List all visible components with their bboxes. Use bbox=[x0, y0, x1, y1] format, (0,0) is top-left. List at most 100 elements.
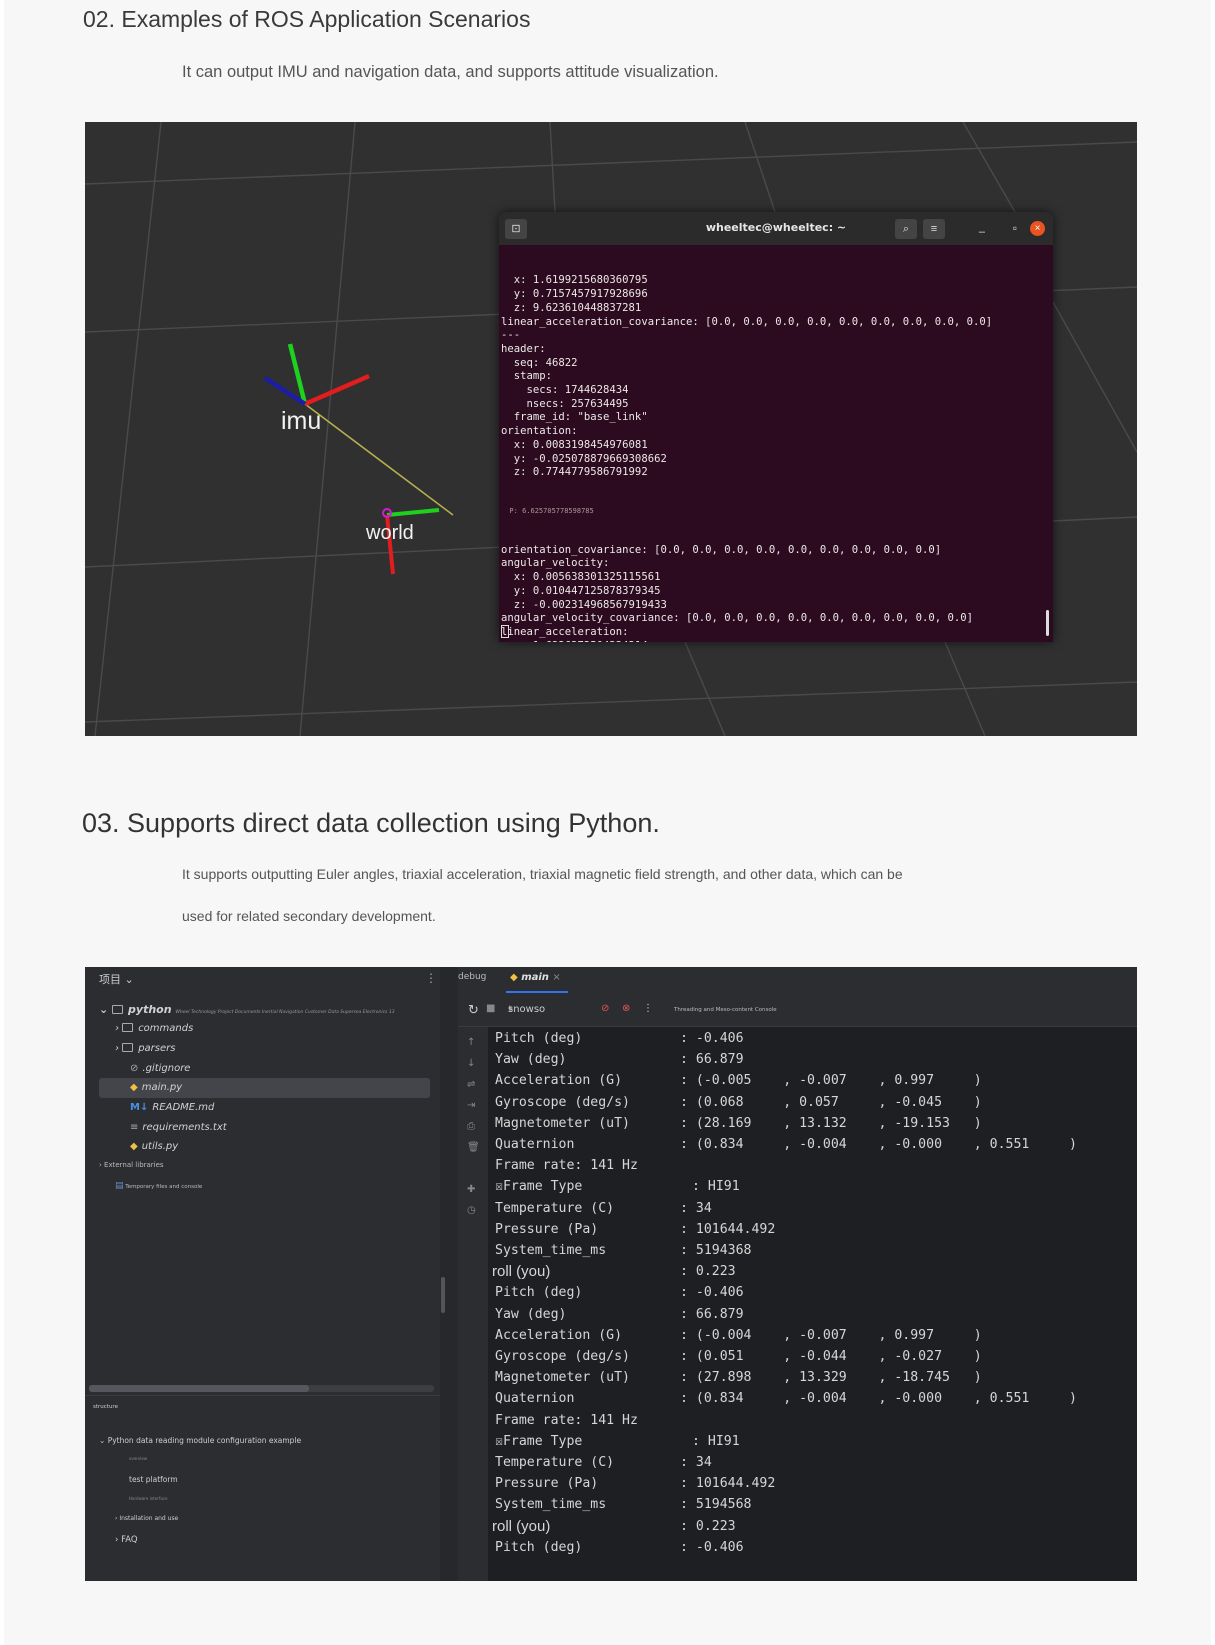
search-icon[interactable]: ⌕ bbox=[895, 219, 917, 239]
console-value: : (0.834 , -0.004 , -0.000 , 0.551 ) bbox=[680, 1137, 1077, 1152]
tab-debug[interactable]: debug bbox=[458, 972, 486, 982]
world-frame-label: world bbox=[366, 522, 414, 544]
console-value: : 66.879 bbox=[680, 1052, 744, 1068]
tree-item-utils-py[interactable]: ◆ utils.py bbox=[130, 1141, 178, 1152]
console-value: : (-0.004 , -0.007 , 0.997 ) bbox=[680, 1327, 982, 1343]
structure-install[interactable]: › Installation and use bbox=[115, 1515, 178, 1522]
rviz-screenshot: imu world ⊡ wheeltec@wheeltec: ~ ⌕ ≡ – ▫… bbox=[85, 122, 1137, 736]
text-file-icon: ≡ bbox=[130, 1122, 139, 1133]
python-file-icon: ◆ bbox=[130, 1082, 138, 1093]
pin-icon[interactable]: ✚ bbox=[467, 1184, 475, 1195]
folder-icon bbox=[122, 1023, 134, 1032]
rerun-icon[interactable]: ↻ bbox=[468, 1003, 479, 1018]
structure-sub-test-platform[interactable]: test platform bbox=[129, 1475, 178, 1484]
terminal-line-partial: P: 6.625705778598785 bbox=[501, 507, 594, 516]
tree-root-python[interactable]: ⌄ python Wheel Technology Project Docume… bbox=[99, 1003, 395, 1016]
close-tab-icon[interactable]: × bbox=[552, 972, 560, 983]
horizontal-scrollbar[interactable] bbox=[89, 1385, 309, 1392]
console-key: Acceleration (G) bbox=[495, 1327, 623, 1343]
section-subtitle-ros: It can output IMU and navigation data, a… bbox=[182, 63, 719, 81]
terminal-line: angular_velocity_covariance: [0.0, 0.0, … bbox=[501, 612, 973, 625]
breakpoint-icon[interactable]: ⊘ bbox=[601, 1003, 609, 1014]
structure-sub-overview[interactable]: overview bbox=[129, 1456, 147, 1461]
console-key: roll (you) bbox=[492, 1517, 551, 1535]
console-key: Temperature (C) bbox=[495, 1455, 615, 1470]
console-value: : HI91 bbox=[692, 1179, 740, 1195]
imu-frame-label: imu bbox=[281, 407, 322, 435]
tree-item-requirements[interactable]: ≡ requirements.txt bbox=[130, 1122, 227, 1133]
console-value: : 34 bbox=[680, 1200, 712, 1216]
panel-splitter[interactable] bbox=[440, 967, 458, 1581]
scroll-end-icon[interactable]: ⇥ bbox=[467, 1100, 475, 1111]
terminal-titlebar[interactable]: ⊡ wheeltec@wheeltec: ~ ⌕ ≡ – ▫ × bbox=[499, 212, 1053, 245]
ide-screenshot: 项目 ⌄ ⋮ ⌄ python Wheel Technology Project… bbox=[85, 967, 1137, 1581]
terminal-line: nsecs: 257634495 bbox=[501, 397, 629, 410]
run-tabs: debug ◆ main × bbox=[458, 967, 1137, 995]
chevron-down-icon: ⌄ bbox=[124, 973, 134, 986]
terminal-scrollbar[interactable] bbox=[1046, 610, 1049, 636]
structure-sub-hardware[interactable]: Hardware interface bbox=[129, 1496, 167, 1501]
more-options-icon[interactable]: ⋮ bbox=[643, 1003, 653, 1014]
vertical-scrollbar[interactable] bbox=[441, 1277, 445, 1313]
console-key: Pitch (deg) bbox=[495, 1539, 583, 1555]
menu-icon[interactable]: ≡ bbox=[923, 219, 945, 239]
terminal-line: x: 1.6199215680360795 bbox=[501, 274, 648, 287]
console-value: : 66.879 bbox=[680, 1306, 744, 1322]
console-value: : (0.068 , 0.057 , -0.045 ) bbox=[680, 1094, 982, 1110]
terminal-line: y: -0.025078879669308662 bbox=[501, 452, 667, 465]
threading-label[interactable]: Threading and Meso-content Console bbox=[674, 1007, 777, 1013]
minimize-icon[interactable]: – bbox=[979, 226, 985, 238]
structure-title: structure bbox=[93, 1404, 118, 1410]
tab-main[interactable]: ◆ main × bbox=[510, 972, 561, 983]
tree-external-libraries[interactable]: › External libraries bbox=[99, 1161, 164, 1169]
terminal-line: seq: 46822 bbox=[501, 356, 578, 369]
print-icon[interactable]: ⎙ bbox=[467, 1121, 475, 1132]
console-value: : 5194568 bbox=[680, 1497, 752, 1513]
console-key: Pressure (Pa) bbox=[495, 1221, 599, 1237]
stop-icon[interactable]: ■ bbox=[486, 1003, 495, 1014]
tree-item-main-py[interactable]: ◆ main.py bbox=[130, 1082, 182, 1093]
terminal-line: header: bbox=[501, 342, 546, 355]
tree-item-gitignore[interactable]: ⊘ .gitignore bbox=[130, 1063, 190, 1074]
more-options-icon[interactable]: ⋮ bbox=[425, 971, 437, 985]
terminal-line: x: 0.005638301325115561 bbox=[501, 571, 661, 584]
tree-temp-files[interactable]: ▤ Temporary files and console bbox=[115, 1181, 202, 1191]
product-page: 02. Examples of ROS Application Scenario… bbox=[4, 0, 1211, 1645]
tree-item-readme[interactable]: M↓ README.md bbox=[130, 1102, 214, 1113]
terminal-line: y: 0.7157457917928696 bbox=[501, 288, 648, 301]
soft-wrap-icon[interactable]: ⇌ bbox=[467, 1079, 475, 1090]
console-key: ☒Frame Type bbox=[495, 1179, 583, 1195]
console-key: System_time_ms bbox=[495, 1497, 607, 1513]
console-value: : 0.223 bbox=[680, 1264, 736, 1280]
close-icon[interactable]: × bbox=[1030, 221, 1045, 236]
structure-item[interactable]: ⌄ Python data reading module configurati… bbox=[99, 1436, 301, 1445]
terminal-line: x: 0.0083198454976081 bbox=[501, 438, 648, 451]
console-key: Yaw (deg) bbox=[495, 1306, 567, 1322]
clock-icon[interactable]: ◷ bbox=[467, 1205, 476, 1216]
terminal-line: --- bbox=[501, 329, 521, 342]
terminal-line: z: -0.002314968567919433 bbox=[501, 598, 667, 611]
scroll-down-icon[interactable]: ↓ bbox=[467, 1058, 475, 1069]
mute-breakpoints-icon[interactable]: ⊗ bbox=[622, 1003, 630, 1014]
project-dropdown[interactable]: 项目 ⌄ bbox=[99, 971, 134, 987]
console-key: ☒Frame Type bbox=[495, 1433, 583, 1449]
console-key: Magnetometer (uT) bbox=[495, 1370, 630, 1386]
tree-item-parsers[interactable]: › parsers bbox=[115, 1043, 175, 1054]
section-heading-python: 03. Supports direct data collection usin… bbox=[82, 808, 660, 838]
terminal-line: y: 0.010447125878379345 bbox=[501, 584, 661, 597]
maximize-icon[interactable]: ▫ bbox=[1013, 221, 1017, 235]
terminal-cursor bbox=[501, 625, 509, 638]
tree-item-commands[interactable]: › commands bbox=[115, 1023, 193, 1034]
console-key: Quaternion bbox=[495, 1391, 575, 1407]
active-tab-indicator bbox=[506, 991, 568, 993]
console-key: Pitch (deg) bbox=[495, 1285, 583, 1301]
trash-icon[interactable]: 🗑 bbox=[467, 1142, 480, 1153]
console-key: Pressure (Pa) bbox=[495, 1476, 599, 1492]
structure-faq[interactable]: › FAQ bbox=[115, 1535, 138, 1545]
console-key: Temperature (C) bbox=[495, 1200, 615, 1216]
terminal-window[interactable]: ⊡ wheeltec@wheeltec: ~ ⌕ ≡ – ▫ × x: 1.61… bbox=[499, 212, 1053, 642]
scroll-up-icon[interactable]: ↑ bbox=[467, 1037, 475, 1048]
terminal-line: orientation: bbox=[501, 425, 578, 438]
ignore-file-icon: ⊘ bbox=[130, 1063, 139, 1074]
console-value: : (27.898 , 13.329 , -18.745 ) bbox=[680, 1370, 982, 1386]
